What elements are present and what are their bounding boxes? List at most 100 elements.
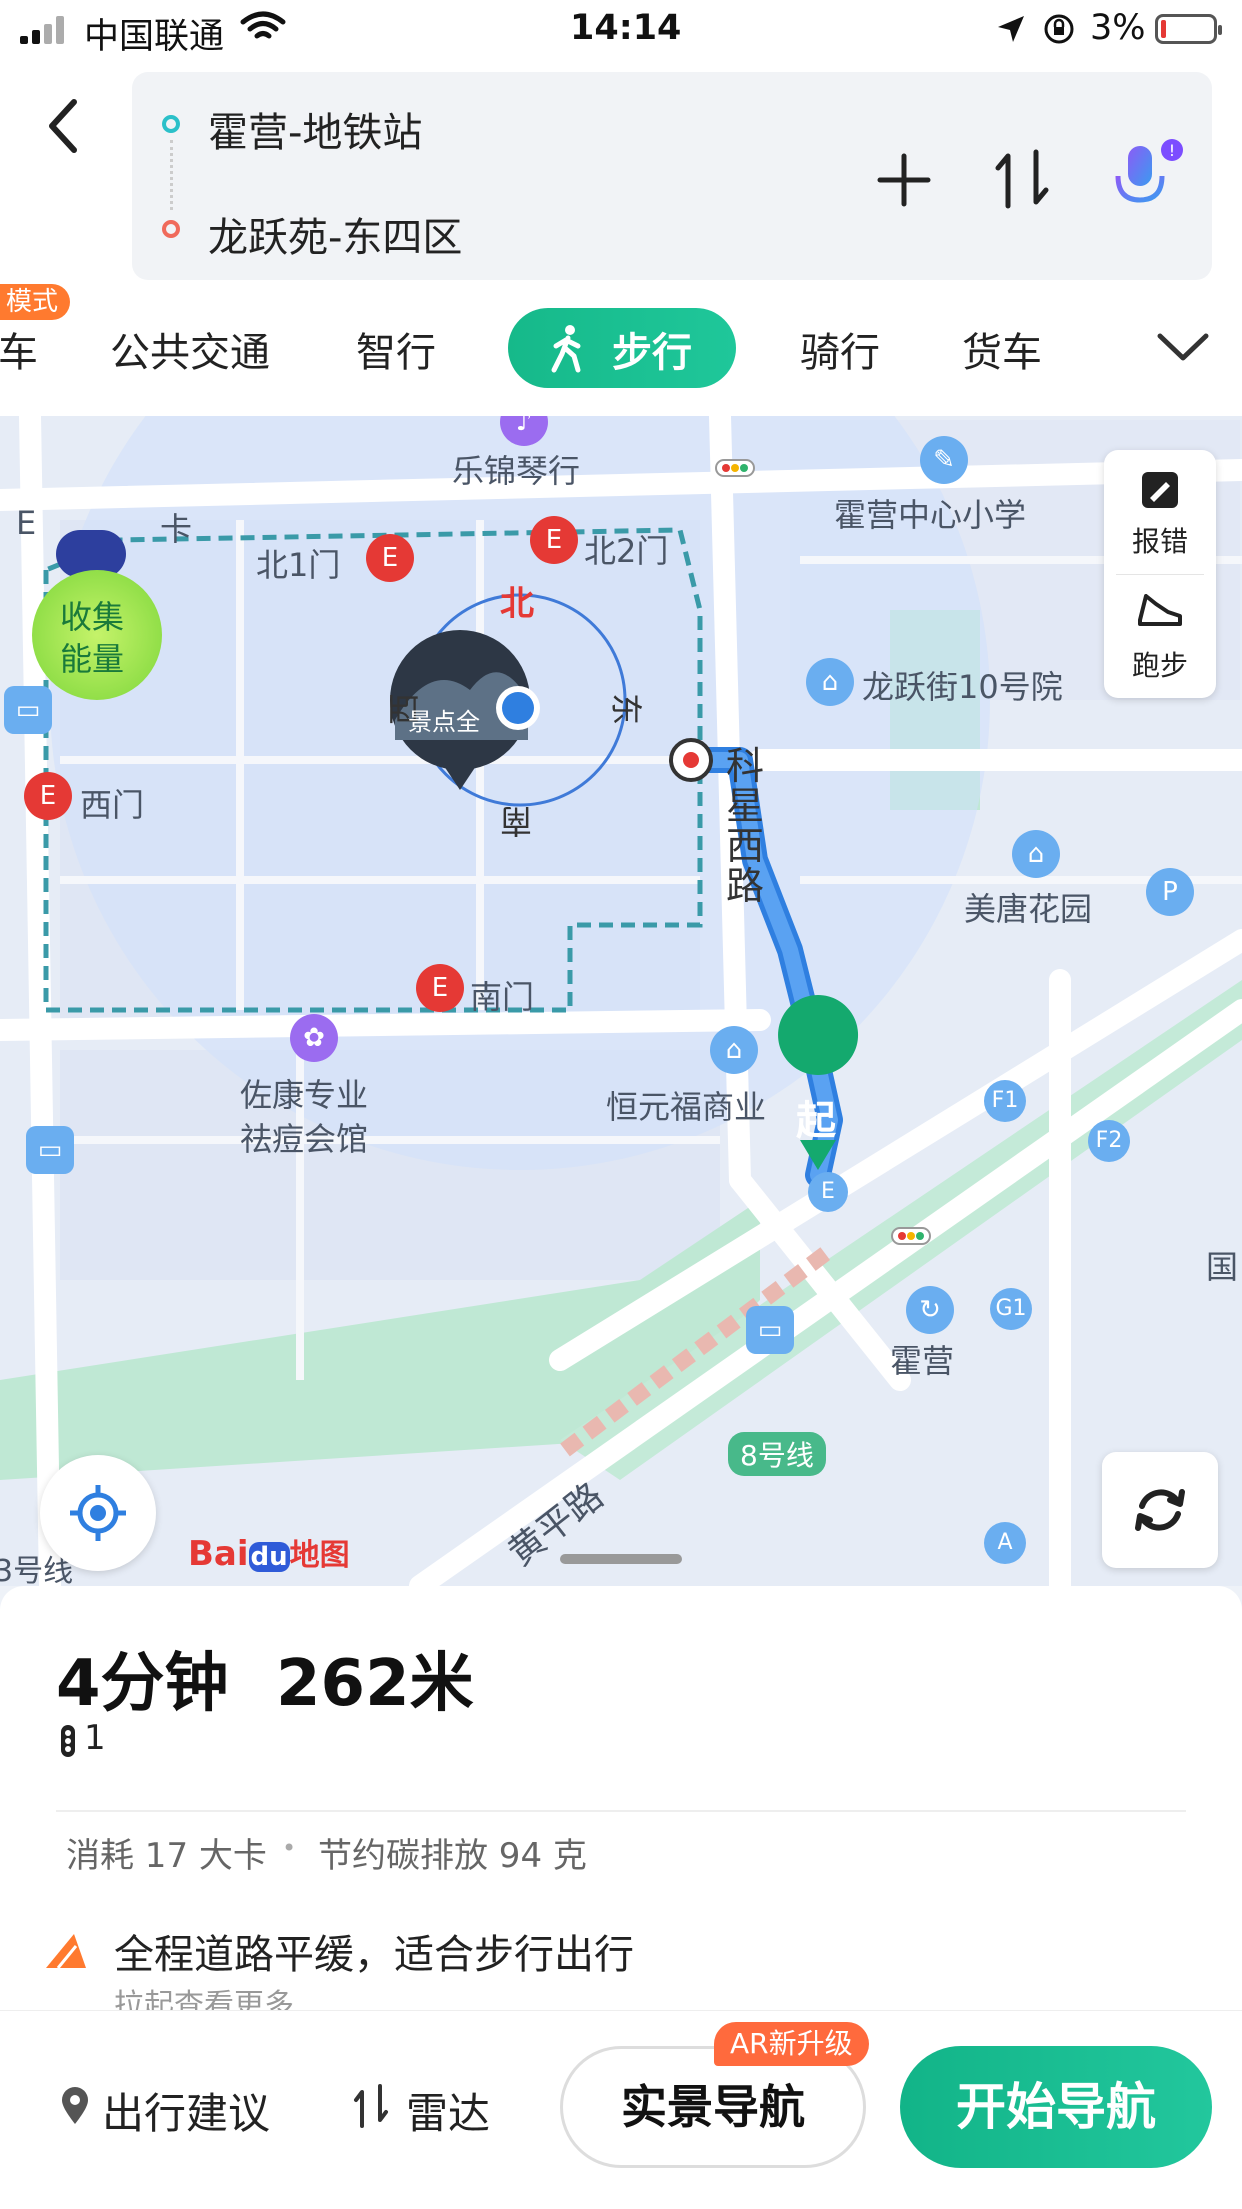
tab-walk[interactable]: 步行 — [508, 308, 736, 388]
label-line8: 8号线 — [728, 1432, 826, 1476]
label-longyue10: 龙跃街10号院 — [862, 668, 1063, 706]
traffic-light-icon — [61, 1725, 75, 1757]
label-lejin: 乐锦琴行 — [452, 452, 581, 490]
tab-bike[interactable]: 骑行 — [800, 320, 880, 378]
add-waypoint-icon[interactable] — [876, 152, 932, 208]
tab-walk-label: 步行 — [612, 330, 692, 376]
signal-icon — [20, 14, 72, 44]
carbon: 节约碳排放 94 克 — [318, 1836, 587, 1876]
map-canvas — [0, 416, 1242, 1586]
status-bar: 中国联通 14:14 3% — [0, 0, 1242, 62]
label-huoying-school: 霍营中心小学 — [834, 496, 1027, 534]
start-navigation-button[interactable]: 开始导航 — [900, 2046, 1212, 2168]
label-west-gate: 西门 — [80, 786, 145, 824]
refresh-icon — [1135, 1489, 1185, 1531]
poi-school-icon: ✎ — [920, 436, 968, 484]
map-handle[interactable] — [560, 1554, 682, 1564]
logo-map: 地图 — [289, 1538, 350, 1573]
gate-north1-icon: E — [366, 534, 414, 582]
compass-east: 东 — [607, 692, 646, 726]
collect-energy-badge[interactable]: 收集 能量 — [32, 496, 162, 700]
label-zuokang-1: 佐康专业 — [240, 1076, 369, 1114]
start-marker-label: 起 — [796, 1098, 836, 1144]
road-label-kexing: 科星西路 — [726, 744, 765, 908]
poi-residence-icon: ⌂ — [806, 658, 854, 706]
locate-button[interactable] — [40, 1455, 156, 1571]
tab-smart[interactable]: 智行 — [356, 320, 436, 378]
gate-west-icon: E — [24, 772, 72, 820]
gate-north2-icon: E — [530, 516, 578, 564]
voice-input-icon[interactable]: ! — [1106, 138, 1186, 218]
battery-percent: 3% — [1090, 8, 1146, 48]
ar-upgrade-badge: AR新升级 — [714, 2022, 869, 2066]
label-meitang: 美唐花园 — [964, 890, 1093, 928]
side-panel: 报错 跑步 — [1104, 450, 1216, 698]
label-huoying-station: 霍营 — [890, 1342, 955, 1380]
compass-north: 北 — [500, 584, 534, 624]
card-divider — [56, 1810, 1186, 1812]
poi-beauty-icon: ✿ — [290, 1014, 338, 1062]
end-location-field[interactable]: 龙跃苑-东四区 — [208, 205, 462, 263]
travel-advice-label: 出行建议 — [102, 2089, 271, 2138]
route-tip: 全程道路平缓，适合步行出行 — [114, 1932, 634, 1978]
gate-south-icon: E — [416, 964, 464, 1012]
back-icon[interactable] — [42, 96, 82, 156]
tab-car[interactable]: 车 — [0, 320, 38, 378]
label-hengyuanfu: 恒元福商业 — [606, 1088, 767, 1126]
label-south-gate: 南门 — [470, 978, 535, 1016]
chevron-down-icon[interactable] — [1156, 330, 1210, 364]
exit-f1-icon: F1 — [984, 1080, 1026, 1122]
panel-divider — [1116, 574, 1204, 575]
poi-meitang-icon: ⌂ — [1012, 830, 1060, 878]
swap-route-icon[interactable] — [994, 148, 1050, 210]
wifi-icon — [240, 11, 286, 39]
tab-truck[interactable]: 货车 — [962, 320, 1042, 378]
label-north2: 北2门 — [584, 532, 669, 570]
report-label[interactable]: 报错 — [1104, 520, 1216, 560]
subway-station-icon: ↻ — [906, 1286, 954, 1334]
mode-badge: 模式 — [0, 284, 71, 320]
start-location-field[interactable]: 霍营-地铁站 — [208, 100, 422, 158]
photo-caption[interactable]: 景点全 — [408, 702, 480, 737]
walk-icon — [551, 325, 581, 373]
bus-stop-icon-2: ▭ — [26, 1126, 74, 1174]
traffic-light-count: 1 — [84, 1718, 106, 1758]
battery-icon — [1155, 14, 1222, 44]
location-arrow-icon — [998, 16, 1024, 42]
distance: 262米 — [276, 1647, 474, 1721]
exit-a-icon: A — [984, 1522, 1026, 1564]
location-pin-icon — [62, 2087, 88, 2124]
tab-public-transit[interactable]: 公共交通 — [110, 320, 270, 378]
summary-separator: • — [282, 1834, 297, 1862]
svg-text:!: ! — [1169, 141, 1175, 160]
poi-commercial-icon: ⌂ — [710, 1026, 758, 1074]
pull-up-hint[interactable]: 拉起查看更多 — [114, 1980, 294, 2010]
bus-stop-icon-3: ▭ — [746, 1306, 794, 1354]
orientation-lock-icon — [1044, 14, 1074, 44]
report-icon[interactable] — [1140, 470, 1180, 510]
collect-label-2: 能量 — [60, 640, 125, 678]
logo-du: du — [248, 1542, 290, 1572]
run-shoe-icon[interactable] — [1136, 590, 1184, 630]
start-dot-icon — [162, 115, 180, 133]
clock: 14:14 — [570, 8, 682, 48]
route-connector — [170, 140, 176, 210]
run-label[interactable]: 跑步 — [1104, 644, 1216, 684]
label-zuokang-2: 祛痘会馆 — [240, 1120, 369, 1158]
radar-label: 雷达 — [406, 2089, 491, 2138]
baidu-map-logo: Baidu地图 — [188, 1530, 350, 1574]
slope-icon — [46, 1934, 86, 1969]
collect-label-1: 收集 — [60, 598, 125, 636]
parking-icon: P — [1146, 868, 1194, 916]
exit-e-icon: E — [808, 1172, 848, 1212]
duration: 4分钟 — [56, 1647, 229, 1721]
end-dot-icon — [162, 220, 180, 238]
partial-label-ka: 卡 — [160, 510, 193, 548]
map-view[interactable]: 收集 能量 E 卡 ♪ 乐锦琴行 ✎ 霍营中心小学 E 北1门 E 北2门 北 … — [0, 416, 1242, 1586]
bus-stop-icon-1: ▭ — [4, 686, 52, 734]
exit-f2-icon: F2 — [1088, 1120, 1130, 1162]
label-north1: 北1门 — [256, 546, 341, 584]
route-summary-card[interactable]: 4分钟 262米 1 消耗 17 大卡 • 节约碳排放 94 克 全程道路平缓，… — [0, 1586, 1242, 2010]
calories: 消耗 17 大卡 — [66, 1836, 267, 1876]
refresh-button[interactable] — [1102, 1452, 1218, 1568]
